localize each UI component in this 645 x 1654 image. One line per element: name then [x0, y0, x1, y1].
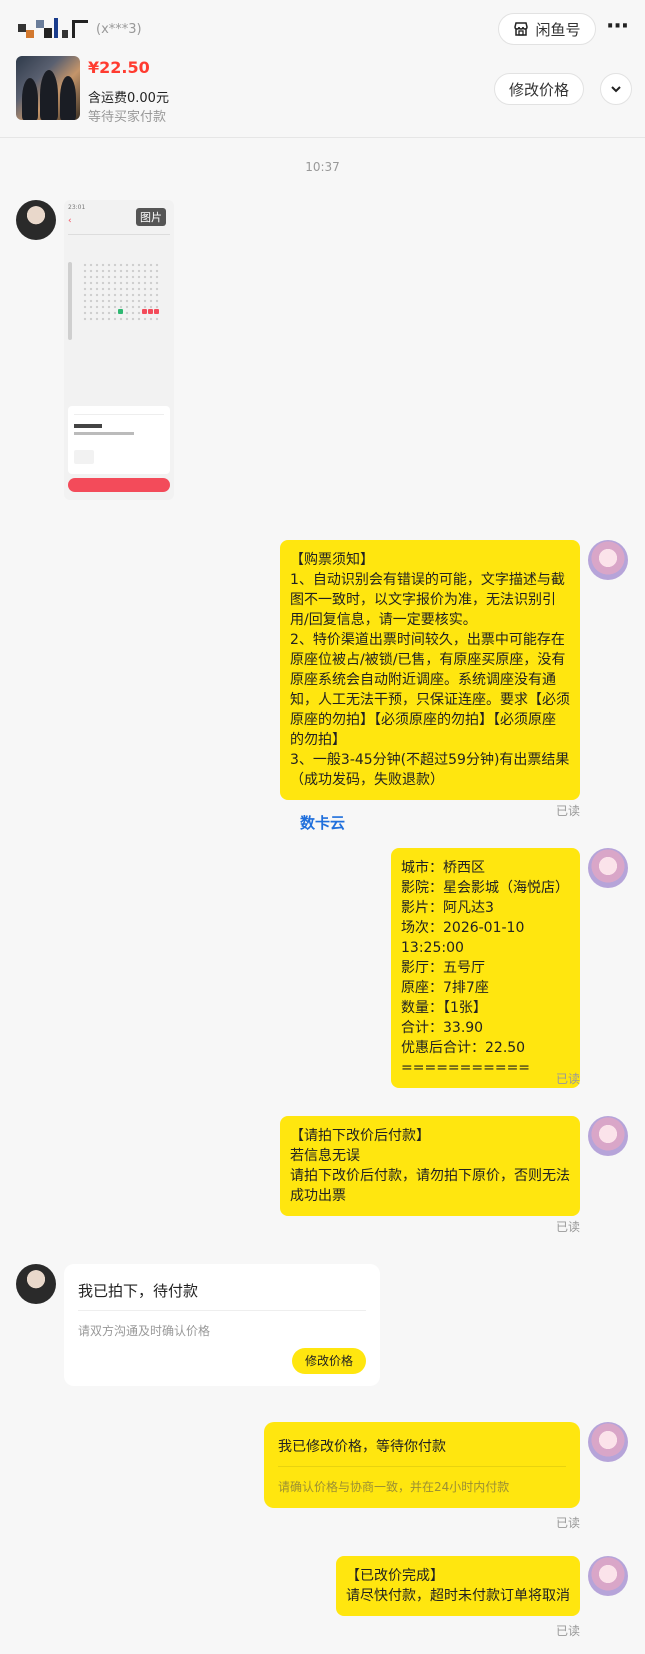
- card-hint: 请双方沟通及时确认价格: [78, 1324, 211, 1338]
- done-line: 请尽快付款，超时未付款订单将取消: [346, 1588, 570, 1604]
- seller-avatar[interactable]: [588, 848, 628, 888]
- read-receipt: 已读: [556, 804, 581, 818]
- order-line: 合计：33.90: [401, 1020, 484, 1036]
- notice-line: 原座的勿拍】【必须原座的勿拍】【必须原座: [290, 712, 556, 728]
- card-title: 我已拍下，待付款: [78, 1282, 199, 1300]
- notice-line: 的勿拍】: [290, 732, 346, 748]
- read-receipt: 已读: [556, 1072, 581, 1086]
- read-receipt: 已读: [556, 1220, 581, 1234]
- notice-line: 用/回复信息，请一定要核实。: [290, 612, 477, 628]
- order-status: 等待买家付款: [88, 110, 167, 125]
- buyer-ordered-card: 我已拍下，待付款 请双方沟通及时确认价格 修改价格: [64, 1264, 380, 1386]
- price-done-bubble: 【已改价完成】 请尽快付款，超时未付款订单将取消: [336, 1556, 580, 1616]
- image-badge: 图片: [136, 208, 166, 226]
- pay-notice-line: 成功出票: [290, 1188, 346, 1204]
- shipping-fee: 含运费0.00元: [88, 91, 169, 106]
- xianyu-account-label: 闲鱼号: [535, 20, 581, 39]
- order-header: (x***3) 闲鱼号 ··· ¥22.50 含运费0.00元 等待买家付款 修…: [0, 0, 645, 138]
- order-line: 影片：阿凡达3: [401, 900, 494, 916]
- notice-line: 【购票须知】: [290, 552, 374, 568]
- order-line: 优惠后合计：22.50: [401, 1040, 526, 1056]
- read-receipt: 已读: [556, 1624, 581, 1638]
- card-hint: 请确认价格与协商一致，并在24小时内付款: [278, 1480, 510, 1494]
- seller-avatar[interactable]: [588, 1556, 628, 1596]
- notice-line: 图不一致时，以文字报价为准，无法识别引: [290, 592, 556, 608]
- order-line: ===========: [401, 1060, 531, 1076]
- notice-line: 原座位被占/被锁/已售，有原座买原座，没有: [290, 652, 566, 668]
- card-divider: [278, 1466, 566, 1467]
- seller-avatar[interactable]: [588, 1422, 628, 1462]
- pay-notice-bubble: 【请拍下改价后付款】 若信息无误 请拍下改价后付款，请勿拍下原价，否则无法 成功…: [280, 1116, 580, 1216]
- seller-avatar[interactable]: [588, 1116, 628, 1156]
- ticket-panel: [68, 406, 170, 474]
- notice-line: 原座系统会自动附近调座。系统调座没有通: [290, 672, 556, 688]
- seller-masked-id: (x***3): [96, 22, 142, 37]
- chat-timestamp: 10:37: [305, 160, 340, 174]
- order-line: 影院：星会影城（海悦店）: [401, 880, 569, 896]
- notice-line: 2、特价渠道出票时间较久，出票中可能存在: [290, 632, 565, 648]
- pay-bar: [68, 478, 170, 492]
- card-title: 我已修改价格，等待你付款: [278, 1439, 446, 1455]
- expand-button[interactable]: [600, 73, 632, 105]
- screenshot-image-message[interactable]: 图片 23:01 ‹: [64, 200, 174, 500]
- pay-notice-line: 【请拍下改价后付款】: [290, 1128, 430, 1144]
- notice-line: 知，人工无法干预，只保证连座。要求【必须: [290, 692, 570, 708]
- order-info-bubble: 城市：桥西区 影院：星会影城（海悦店） 影片：阿凡达3 场次：2026-01-1…: [391, 848, 580, 1088]
- pay-notice-line: 若信息无误: [290, 1148, 360, 1164]
- order-line: 影厅：五号厅: [401, 960, 485, 976]
- order-line: 场次：2026-01-10 13:25:00: [401, 920, 525, 956]
- ticket-notice-bubble: 【购票须知】 1、自动识别会有错误的可能，文字描述与截 图不一致时，以文字报价为…: [280, 540, 580, 800]
- order-line: 原座：7排7座: [401, 980, 489, 996]
- order-line: 城市：桥西区: [401, 860, 485, 876]
- modify-price-button[interactable]: 修改价格: [292, 1348, 366, 1374]
- product-thumbnail[interactable]: [16, 56, 80, 120]
- product-price: ¥22.50: [88, 58, 150, 77]
- brand-label: 数卡云: [300, 814, 346, 832]
- pay-notice-line: 请拍下改价后付款，请勿拍下原价，否则无法: [290, 1168, 570, 1184]
- chevron-down-icon: [611, 86, 621, 93]
- shop-icon: [514, 22, 529, 36]
- notice-line: 1、自动识别会有错误的可能，文字描述与截: [290, 572, 565, 588]
- seller-username-pixelated: [18, 16, 93, 40]
- xianyu-account-button[interactable]: 闲鱼号: [498, 13, 596, 45]
- buyer-avatar[interactable]: [16, 200, 56, 240]
- notice-line: 3、一般3-45分钟(不超过59分钟)有出票结果: [290, 752, 570, 768]
- done-line: 【已改价完成】: [346, 1568, 444, 1584]
- modify-price-button[interactable]: 修改价格: [494, 73, 584, 105]
- notice-line: （成功发码，失败退款）: [290, 772, 444, 788]
- read-receipt: 已读: [556, 1516, 581, 1530]
- buyer-avatar[interactable]: [16, 1264, 56, 1304]
- order-line: 数量：【1张】: [401, 1000, 487, 1016]
- card-divider: [78, 1310, 366, 1311]
- price-modified-card: 我已修改价格，等待你付款 请确认价格与协商一致，并在24小时内付款: [264, 1422, 580, 1508]
- more-dots-icon[interactable]: ···: [606, 14, 629, 39]
- seller-avatar[interactable]: [588, 540, 628, 580]
